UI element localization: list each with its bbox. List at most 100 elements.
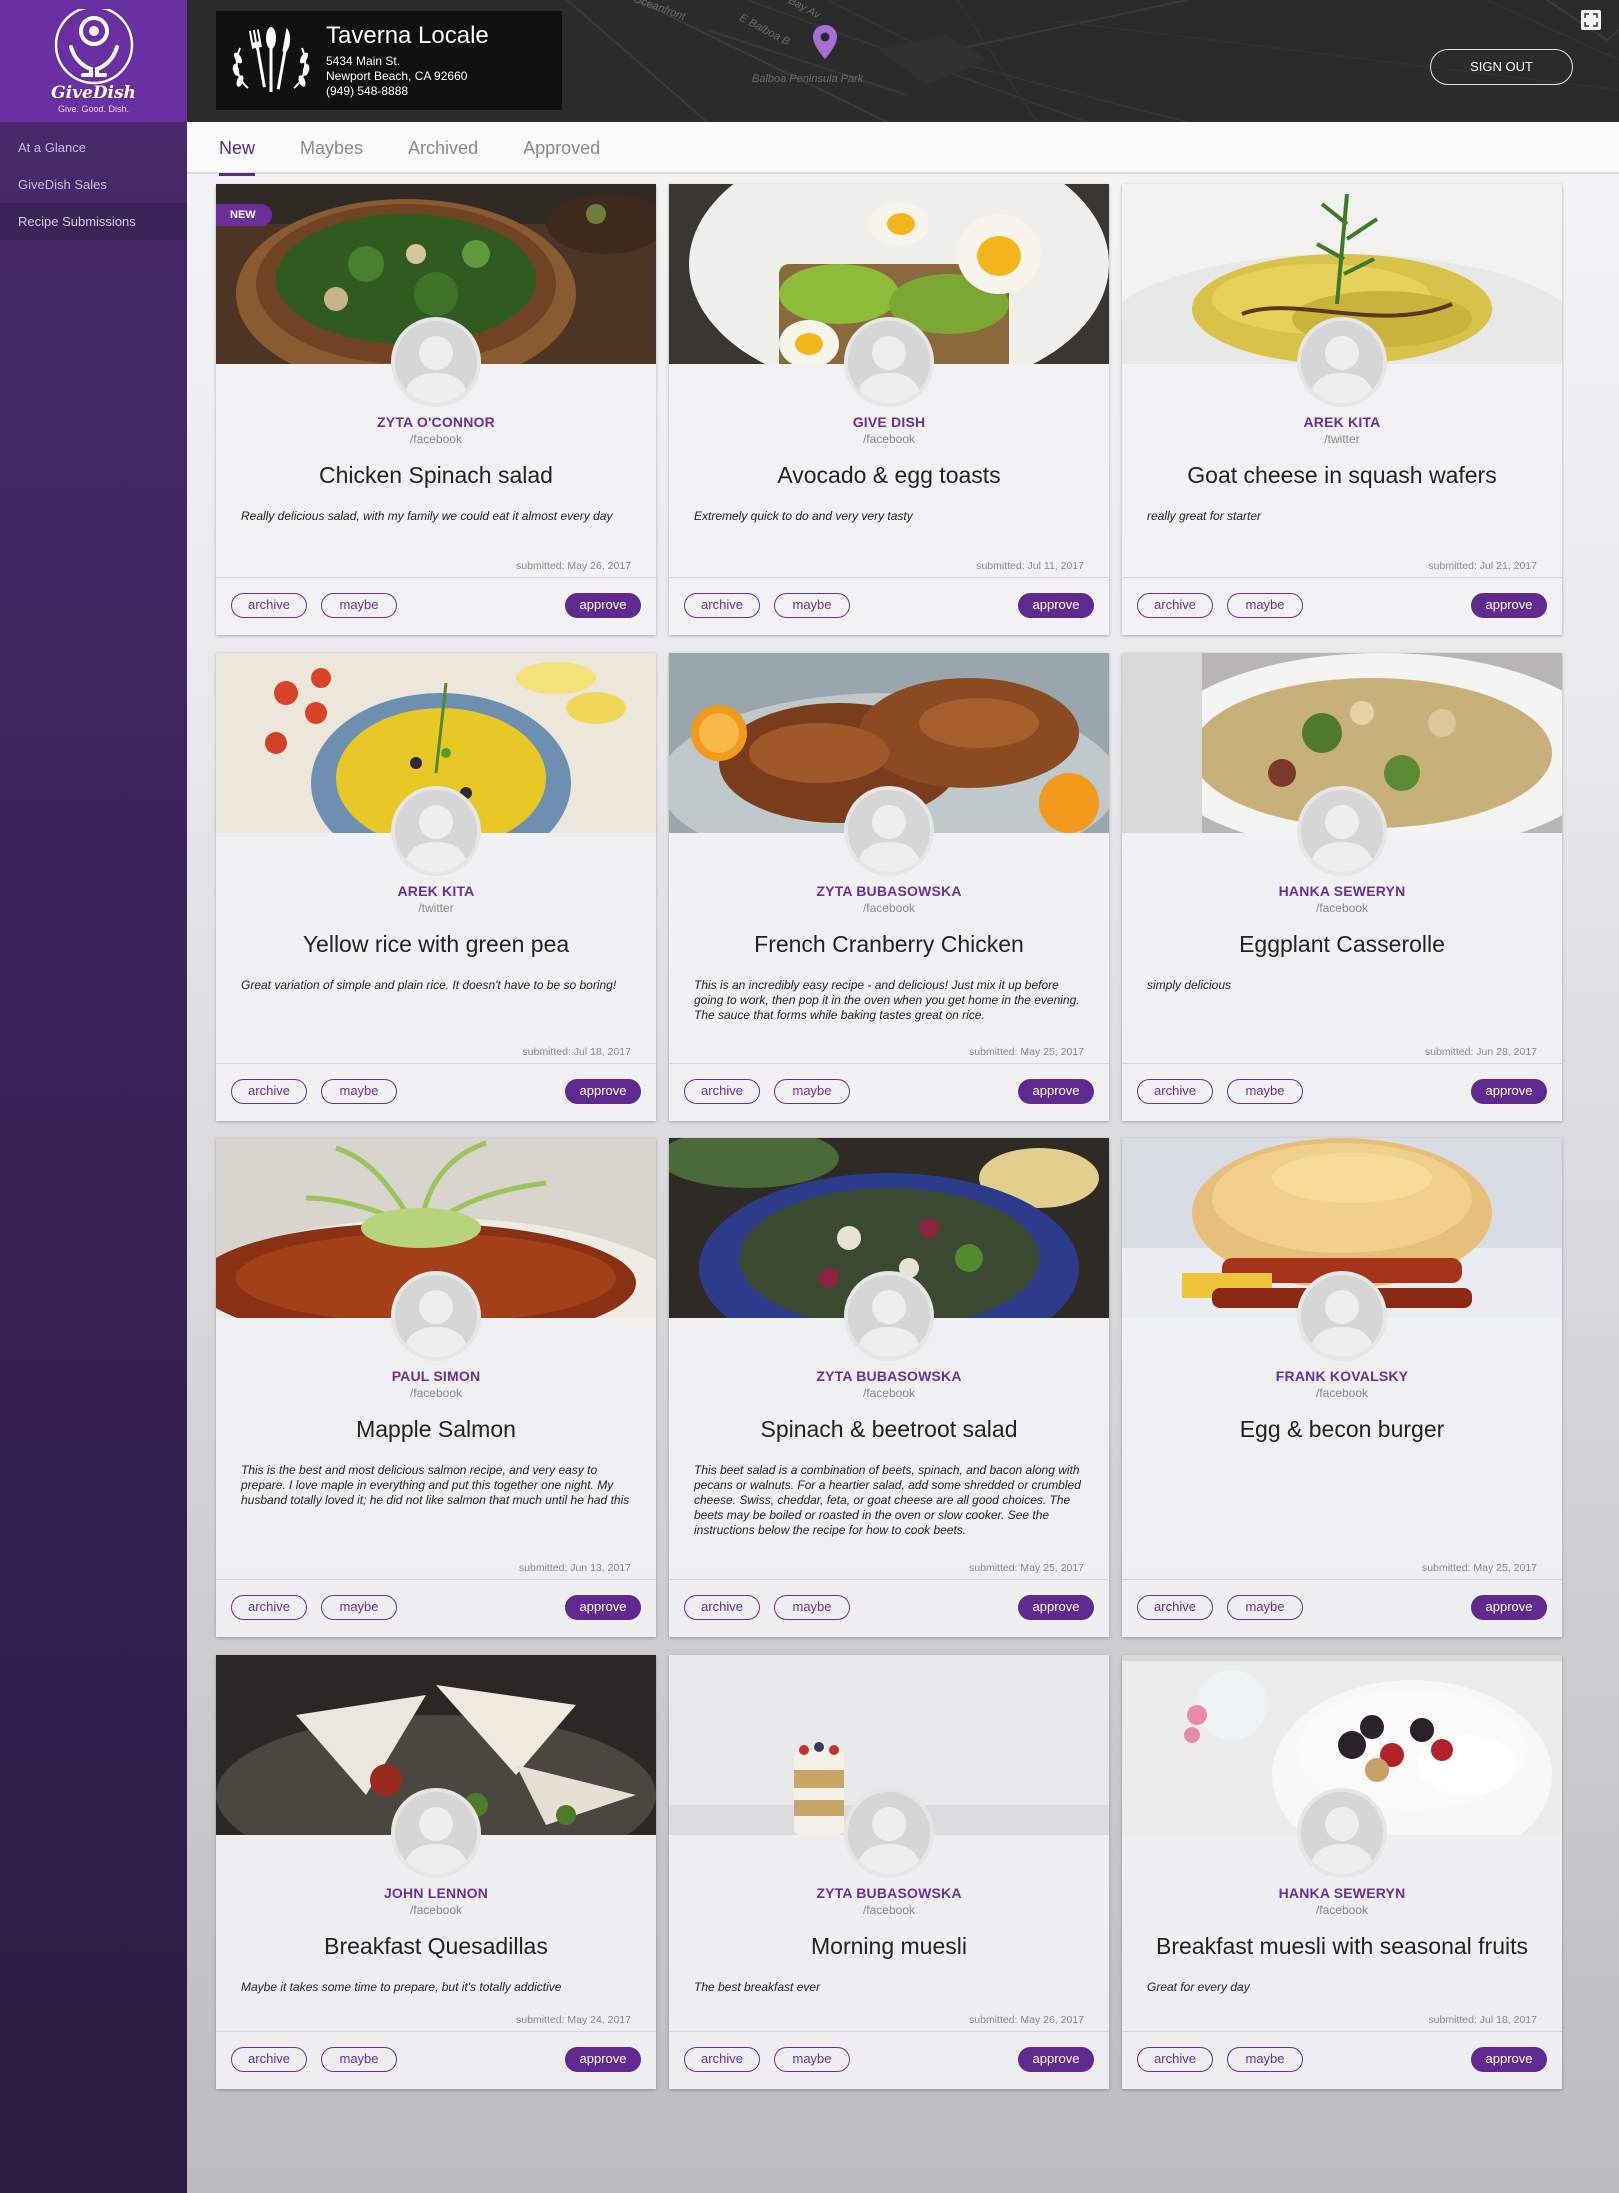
maybe-button[interactable]: maybe [1227,1079,1303,1104]
author-source: /facebook [409,1903,463,1917]
maybe-button[interactable]: maybe [321,1079,397,1104]
maybe-button[interactable]: maybe [321,2047,397,2072]
recipe-title: Chicken Spinach salad [319,462,553,488]
maybe-button[interactable]: maybe [321,593,397,618]
archive-button[interactable]: archive [1137,2047,1213,2072]
card-actions: archive maybe approve [216,577,656,635]
maybe-button[interactable]: maybe [774,593,850,618]
author-source: /facebook [409,432,463,446]
maybe-button[interactable]: maybe [774,1595,850,1620]
author-source: /facebook [409,1386,463,1400]
recipe-card[interactable]: HANKA SEWERYN /facebook Eggplant Cassero… [1122,653,1562,1121]
author-source: /facebook [862,432,916,446]
recipe-card-body: PAUL SIMON /facebook Mapple Salmon This … [216,1318,656,1508]
approve-button[interactable]: approve [1471,1595,1547,1620]
recipe-card[interactable]: JOHN LENNON /facebook Breakfast Quesadil… [216,1655,656,2089]
recipe-card[interactable]: AREK KITA /twitter Yellow rice with gree… [216,653,656,1121]
recipe-card[interactable]: FRANK KOVALSKY /facebook Egg & becon bur… [1122,1138,1562,1637]
recipe-card[interactable]: GIVE DISH /facebook Avocado & egg toasts… [669,184,1109,635]
givedish-logo[interactable]: GiveDish Give. Good. Dish. [0,0,187,122]
archive-button[interactable]: archive [231,2047,307,2072]
restaurant-card: Taverna Locale 5434 Main St. Newport Bea… [216,11,562,110]
approve-button[interactable]: approve [565,1079,641,1104]
approve-button[interactable]: approve [565,1595,641,1620]
tab-approved[interactable]: Approved [523,122,600,174]
recipe-description: really great for starter [1147,509,1262,523]
maybe-button[interactable]: maybe [321,1595,397,1620]
author-source: /facebook [862,901,916,915]
maybe-button[interactable]: maybe [1227,1595,1303,1620]
sidebar-item-at-a-glance[interactable]: At a Glance [0,129,187,166]
sidebar-item-givedish-sales[interactable]: GiveDish Sales [0,166,187,203]
approve-button[interactable]: approve [1018,2047,1094,2072]
submitted-date: submitted: Jul 21, 2017 [1428,560,1537,572]
submitted-date: submitted: May 26, 2017 [969,2014,1084,2026]
approve-button[interactable]: approve [1018,593,1094,618]
maybe-button[interactable]: maybe [774,1079,850,1104]
recipe-card-body: AREK KITA /twitter Goat cheese in squash… [1122,364,1562,524]
recipe-card-body: AREK KITA /twitter Yellow rice with gree… [216,833,656,993]
author-source: /facebook [1315,1386,1369,1400]
recipe-description: simply delicious [1147,978,1232,992]
author-name[interactable]: AREK KITA [216,883,656,899]
tab-archived[interactable]: Archived [408,122,478,174]
recipe-card[interactable]: ZYTA BUBASOWSKA /facebook French Cranber… [669,653,1109,1121]
recipe-card[interactable]: AREK KITA /twitter Goat cheese in squash… [1122,184,1562,635]
archive-button[interactable]: archive [684,1079,760,1104]
maybe-button[interactable]: maybe [1227,593,1303,618]
recipe-title: Breakfast muesli with seasonal fruits [1156,1933,1528,1959]
author-name[interactable]: ZYTA BUBASOWSKA [669,1885,1109,1901]
author-name[interactable]: ZYTA BUBASOWSKA [669,883,1109,899]
author-source: /twitter [1324,432,1360,446]
card-actions: archive maybe approve [1122,1063,1562,1121]
author-name[interactable]: JOHN LENNON [216,1885,656,1901]
author-name[interactable]: FRANK KOVALSKY [1122,1368,1562,1384]
restaurant-info: Taverna Locale 5434 Main St. Newport Bea… [326,22,489,99]
recipe-title: Yellow rice with green pea [302,931,570,957]
author-name[interactable]: ZYTA O'CONNOR [216,414,656,430]
maybe-button[interactable]: maybe [1227,2047,1303,2072]
recipe-card[interactable]: NEW ZYTA O'CONNOR /facebook Chicken Spin… [216,184,656,635]
card-actions: archive maybe approve [1122,2031,1562,2089]
approve-button[interactable]: approve [565,2047,641,2072]
recipe-title: Breakfast Quesadillas [324,1933,548,1959]
sign-out-button[interactable]: SIGN OUT [1430,49,1573,85]
maybe-button[interactable]: maybe [774,2047,850,2072]
approve-button[interactable]: approve [1471,1079,1547,1104]
archive-button[interactable]: archive [684,593,760,618]
recipe-card-body: ZYTA BUBASOWSKA /facebook Spinach & beet… [669,1318,1109,1538]
fullscreen-icon[interactable] [1581,10,1601,30]
archive-button[interactable]: archive [231,593,307,618]
tab-maybes[interactable]: Maybes [300,122,363,174]
archive-button[interactable]: archive [684,2047,760,2072]
archive-button[interactable]: archive [1137,593,1213,618]
author-name[interactable]: PAUL SIMON [216,1368,656,1384]
author-name[interactable]: GIVE DISH [669,414,1109,430]
map-label-park: Balboa Peninsula Park [752,73,864,85]
approve-button[interactable]: approve [1018,1079,1094,1104]
archive-button[interactable]: archive [1137,1595,1213,1620]
archive-button[interactable]: archive [231,1595,307,1620]
author-name[interactable]: AREK KITA [1122,414,1562,430]
recipe-card[interactable]: ZYTA BUBASOWSKA /facebook Spinach & beet… [669,1138,1109,1637]
approve-button[interactable]: approve [1471,2047,1547,2072]
tab-new[interactable]: New [219,122,256,176]
archive-button[interactable]: archive [1137,1079,1213,1104]
approve-button[interactable]: approve [1018,1595,1094,1620]
restaurant-phone: (949) 548-8888 [326,84,409,98]
author-name[interactable]: HANKA SEWERYN [1122,1885,1562,1901]
author-source: /facebook [1315,1903,1369,1917]
author-name[interactable]: ZYTA BUBASOWSKA [669,1368,1109,1384]
author-name[interactable]: HANKA SEWERYN [1122,883,1562,899]
recipe-card[interactable]: ZYTA BUBASOWSKA /facebook Morning muesli… [669,1655,1109,2089]
archive-button[interactable]: archive [684,1595,760,1620]
brand-name: GiveDish [51,82,136,103]
archive-button[interactable]: archive [231,1079,307,1104]
approve-button[interactable]: approve [565,593,641,618]
recipe-title: Egg & becon burger [1239,1416,1445,1442]
approve-button[interactable]: approve [1471,593,1547,618]
author-source: /twitter [418,901,454,915]
recipe-card[interactable]: HANKA SEWERYN /facebook Breakfast muesli… [1122,1655,1562,2089]
recipe-card[interactable]: PAUL SIMON /facebook Mapple Salmon This … [216,1138,656,1637]
sidebar-item-recipe-submissions[interactable]: Recipe Submissions [0,203,187,240]
